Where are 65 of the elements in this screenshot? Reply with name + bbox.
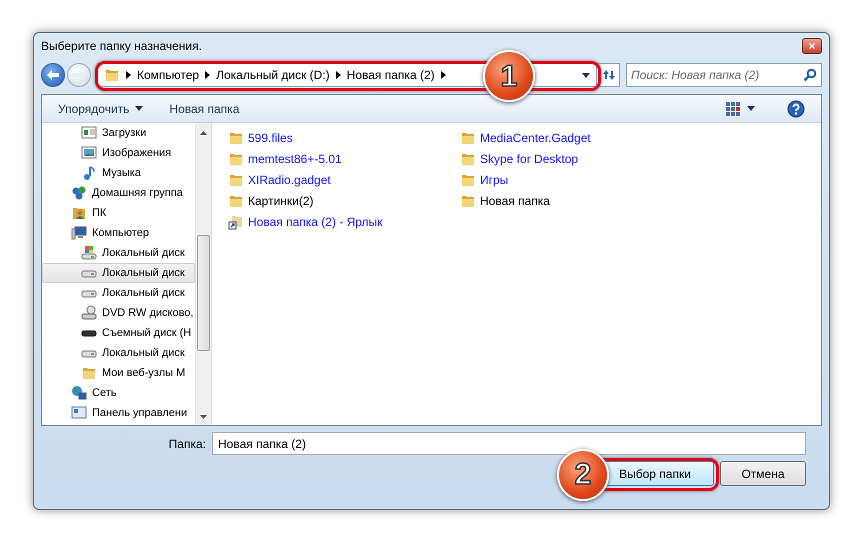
homegroup-icon — [71, 185, 87, 201]
window-title: Выберите папку назначения. — [41, 38, 202, 55]
nav-tree-item[interactable]: Локальный диск — [42, 243, 195, 263]
nav-tree-item[interactable]: Музыка — [42, 163, 195, 183]
caret-icon — [747, 106, 755, 111]
network-icon — [71, 385, 87, 401]
chevron-icon — [336, 71, 341, 79]
file-item[interactable]: Игры — [460, 169, 692, 190]
breadcrumb-item[interactable]: Компьютер — [137, 66, 200, 84]
nav-tree-item[interactable]: Съемный диск (Н — [42, 323, 195, 343]
system-drive-icon — [81, 245, 97, 261]
chevron-icon — [440, 71, 446, 79]
dialog-button[interactable]: Отмена — [720, 461, 806, 486]
folder-label: Папка: — [168, 436, 206, 452]
nav-tree-item[interactable]: Компьютер — [42, 223, 195, 243]
breadcrumb-item[interactable]: Локальный диск (D:) — [216, 66, 330, 84]
caret-icon — [135, 106, 144, 111]
nav-tree-item[interactable]: Изображения — [42, 143, 195, 163]
file-item[interactable]: Картинки(2) — [228, 190, 460, 211]
music-note-icon — [81, 165, 97, 181]
downloads-icon — [81, 125, 97, 141]
scroll-up-icon[interactable] — [200, 131, 207, 135]
nav-tree-item[interactable]: Панель управлени — [42, 403, 195, 423]
scroll-down-icon[interactable] — [200, 415, 207, 419]
nav-tree-item[interactable]: Мои веб-узлы М — [42, 363, 195, 383]
nav-tree-item[interactable]: Локальный диск — [42, 283, 195, 303]
dvd-drive-icon — [81, 305, 97, 321]
chevron-icon — [205, 71, 210, 79]
new-folder-button[interactable]: Новая папка — [163, 98, 246, 120]
search-icon — [803, 68, 817, 82]
file-item[interactable]: Новая папка — [460, 190, 692, 211]
scrollbar[interactable] — [195, 123, 211, 425]
nav-tree-item[interactable]: Загрузки — [42, 123, 195, 143]
file-item[interactable]: Skype for Desktop — [460, 148, 692, 169]
folder-icon — [81, 365, 97, 381]
nav-tree-item[interactable]: Сеть — [42, 383, 195, 403]
folder-field[interactable]: Новая папка (2) — [212, 432, 806, 455]
refresh-icon — [601, 68, 615, 82]
breadcrumb-item[interactable]: Новая папка (2) — [346, 66, 435, 84]
nav-tree-item[interactable]: Локальный диск — [42, 263, 195, 283]
step-badge: 2 — [557, 448, 609, 500]
file-item[interactable]: XIRadio.gadget — [228, 169, 460, 190]
nav-tree-item[interactable]: ПК — [42, 203, 195, 223]
shortcut-folder-icon — [228, 214, 244, 230]
nav-tree-item[interactable]: DVD RW дисково, — [42, 303, 195, 323]
file-item[interactable]: 599.files — [228, 127, 460, 148]
chevron-icon — [126, 71, 131, 79]
control-panel-icon — [71, 405, 87, 421]
nav-tree-item[interactable]: Домашняя группа — [42, 183, 195, 203]
dropdown-icon[interactable] — [582, 72, 590, 78]
help-icon — [787, 100, 805, 118]
grid-view-icon — [725, 100, 741, 116]
organize-menu[interactable]: Упорядочить — [52, 98, 150, 120]
back-button[interactable] — [41, 63, 65, 87]
folder-icon — [104, 67, 120, 83]
step-badge: 1 — [483, 50, 535, 102]
back-arrow-icon — [46, 69, 60, 81]
file-item[interactable]: MediaCenter.Gadget — [460, 127, 692, 148]
pictures-icon — [81, 145, 97, 161]
file-item[interactable]: memtest86+-5.01 — [228, 148, 460, 169]
file-item[interactable]: Новая папка (2) - Ярлык — [228, 211, 460, 232]
search-field[interactable]: Поиск: Новая папка (2) — [626, 63, 822, 87]
computer-icon — [71, 225, 87, 241]
nav-tree-item[interactable]: Локальный диск — [42, 343, 195, 363]
user-folder-icon — [71, 205, 87, 221]
